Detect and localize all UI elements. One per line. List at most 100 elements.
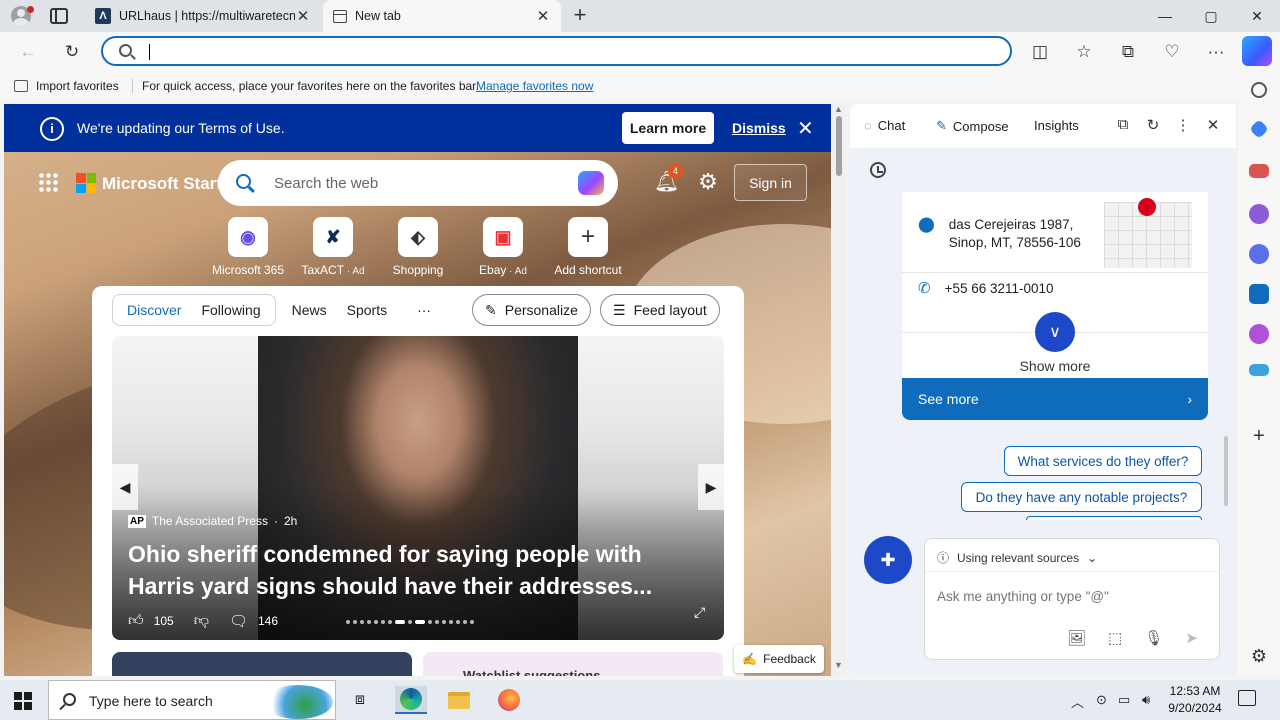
story-headline[interactable]: Ohio sheriff condemned for saying people… xyxy=(128,538,688,602)
tab-sports[interactable]: Sports xyxy=(337,302,397,318)
feedback-button[interactable]: ✍ Feedback xyxy=(734,645,824,673)
feed-layout-button[interactable]: ☰ Feed layout xyxy=(600,294,720,326)
meet-now-icon[interactable]: ⊙ xyxy=(1096,692,1107,708)
personalize-button[interactable]: ✎ Personalize xyxy=(472,294,591,326)
open-in-new-tab-icon[interactable]: ⧉ xyxy=(1114,116,1132,134)
suggestion-chip[interactable]: What services do they offer? xyxy=(1004,446,1202,476)
tab-chat[interactable]: ◌ Chat xyxy=(864,118,905,133)
import-favorites-button[interactable]: Import favorites xyxy=(14,79,119,93)
like-icon[interactable]: 👍︎ xyxy=(128,612,144,630)
hero-story[interactable]: ◀ ▶ AP The Associated Press · 2h Ohio sh… xyxy=(112,336,724,640)
drop-icon[interactable] xyxy=(1249,364,1269,376)
browser-essentials-icon[interactable]: ♡ xyxy=(1158,38,1186,66)
back-icon[interactable]: ← xyxy=(14,38,42,66)
shortcut-shopping[interactable]: ⬖ Shopping xyxy=(378,217,458,277)
close-sidebar-icon[interactable]: ✕ xyxy=(1204,116,1222,134)
volume-icon[interactable]: 🔊︎ xyxy=(1142,692,1150,708)
add-image-icon[interactable]: 🖼︎ xyxy=(1067,629,1086,647)
search-icon[interactable] xyxy=(1251,82,1267,98)
address-bar[interactable] xyxy=(101,36,1012,66)
split-screen-icon[interactable]: ◫ xyxy=(1026,38,1054,66)
tab-news[interactable]: News xyxy=(282,302,337,318)
outlook-icon[interactable] xyxy=(1249,284,1269,304)
favorites-star-icon[interactable]: ☆ xyxy=(1070,38,1098,66)
comment-icon[interactable]: 🗨︎ xyxy=(229,612,248,630)
minimize-button[interactable]: — xyxy=(1142,0,1188,32)
new-topic-button[interactable]: ✚ xyxy=(864,536,912,584)
suggestion-chip-partial[interactable] xyxy=(1026,516,1202,520)
shortcut-taxact[interactable]: ✘ TaxACT · Ad xyxy=(293,217,373,277)
shopping-tag-icon[interactable] xyxy=(1249,119,1269,139)
add-shortcut-button[interactable]: + Add shortcut xyxy=(548,217,628,277)
brand-title[interactable]: Microsoft Start xyxy=(102,174,222,194)
close-tab-icon[interactable]: ✕ xyxy=(295,7,311,25)
toolbox-icon[interactable] xyxy=(1249,164,1269,178)
news-card-thumbnail[interactable] xyxy=(112,652,412,676)
chat-input[interactable] xyxy=(937,589,1207,604)
scrollbar-thumb[interactable] xyxy=(836,116,842,176)
web-search-box[interactable]: Search the web xyxy=(218,160,618,206)
notifications-bell-icon[interactable]: 🔔︎ 4 xyxy=(654,164,683,194)
edge-taskbar-icon[interactable] xyxy=(395,686,427,714)
screenshot-icon[interactable]: ⬚ xyxy=(1108,629,1122,647)
copilot-search-icon[interactable] xyxy=(578,171,604,195)
new-tab-button[interactable]: + xyxy=(568,4,592,28)
show-more-label[interactable]: Show more xyxy=(902,358,1208,374)
more-options-icon[interactable]: ··· xyxy=(1202,38,1230,66)
refresh-icon[interactable]: ↻ xyxy=(1144,116,1162,134)
tab-insights[interactable]: Insights xyxy=(1034,118,1079,133)
sources-selector[interactable]: ⓘ Using relevant sources ⌄ xyxy=(937,549,1097,566)
windows-start-icon[interactable] xyxy=(14,692,32,710)
file-explorer-icon[interactable] xyxy=(443,686,475,714)
shortcut-microsoft-365[interactable]: ◉ Microsoft 365 xyxy=(208,217,288,277)
add-app-icon[interactable]: + xyxy=(1249,426,1269,446)
microphone-icon[interactable]: 🎙︎ xyxy=(1144,629,1163,647)
send-icon[interactable]: ➤ xyxy=(1185,629,1198,647)
taskbar-search-box[interactable]: Type here to search xyxy=(48,680,336,720)
notification-center-icon[interactable] xyxy=(1238,690,1256,706)
next-story-button[interactable]: ▶ xyxy=(698,464,724,510)
more-tabs-button[interactable]: ··· xyxy=(417,302,431,318)
games-icon[interactable] xyxy=(1249,204,1269,224)
dislike-icon[interactable]: 👎︎ xyxy=(194,612,209,630)
show-hidden-icons-icon[interactable]: ︿ xyxy=(1071,692,1084,711)
previous-story-button[interactable]: ◀ xyxy=(112,464,138,510)
tab-discover[interactable]: Discover xyxy=(117,302,191,318)
page-settings-gear-icon[interactable]: ⚙ xyxy=(696,170,720,194)
designer-icon[interactable] xyxy=(1249,324,1269,344)
sidebar-settings-gear-icon[interactable]: ⚙ xyxy=(1249,646,1269,666)
close-tab-icon[interactable]: ✕ xyxy=(535,7,551,25)
system-clock[interactable]: 12:53 AM 9/20/2024 xyxy=(1164,683,1226,717)
see-more-button[interactable]: See more › xyxy=(902,378,1208,420)
tab-urlhaus[interactable]: Λ URLhaus | https://multiwaretecnologia.… xyxy=(85,0,321,32)
profile-avatar-icon[interactable] xyxy=(8,4,34,28)
show-more-chevron-icon[interactable]: ∨ xyxy=(1035,312,1075,352)
scroll-up-icon[interactable]: ▲ xyxy=(834,104,843,114)
manage-favorites-link[interactable]: Manage favorites now xyxy=(476,79,593,93)
collections-icon[interactable]: ⧉ xyxy=(1114,38,1142,66)
restore-button[interactable]: ▢ xyxy=(1188,0,1234,32)
task-view-icon[interactable]: ⧈ xyxy=(344,686,376,714)
watchlist-card[interactable]: Watchlist suggestions xyxy=(423,652,723,676)
suggestion-chip[interactable]: Do they have any notable projects? xyxy=(961,482,1202,512)
tab-new-tab[interactable]: New tab ✕ xyxy=(323,0,561,32)
more-options-icon[interactable]: ⋮ xyxy=(1174,116,1192,134)
phone-number[interactable]: +55 66 3211-0010 xyxy=(945,280,1054,298)
refresh-icon[interactable]: ↻ xyxy=(58,38,86,66)
close-banner-icon[interactable]: ✕ xyxy=(797,116,814,141)
tab-actions-icon[interactable] xyxy=(50,8,68,24)
history-icon[interactable] xyxy=(870,162,886,178)
learn-more-button[interactable]: Learn more xyxy=(622,112,714,144)
dismiss-link[interactable]: Dismiss xyxy=(732,120,786,136)
app-launcher-icon[interactable] xyxy=(38,172,58,192)
close-window-button[interactable]: ✕ xyxy=(1234,0,1280,32)
tab-following[interactable]: Following xyxy=(191,302,270,318)
tab-compose[interactable]: ✎ Compose xyxy=(936,118,1009,134)
shortcut-ebay[interactable]: ▣ Ebay · Ad xyxy=(463,217,543,277)
sign-in-button[interactable]: Sign in xyxy=(734,164,807,201)
sidebar-scrollbar[interactable] xyxy=(1224,436,1228,506)
scroll-down-icon[interactable]: ▼ xyxy=(834,660,843,670)
map-thumbnail[interactable] xyxy=(1104,198,1192,268)
carousel-dots[interactable] xyxy=(346,620,474,624)
page-scrollbar[interactable]: ▲ ▼ xyxy=(832,104,846,676)
